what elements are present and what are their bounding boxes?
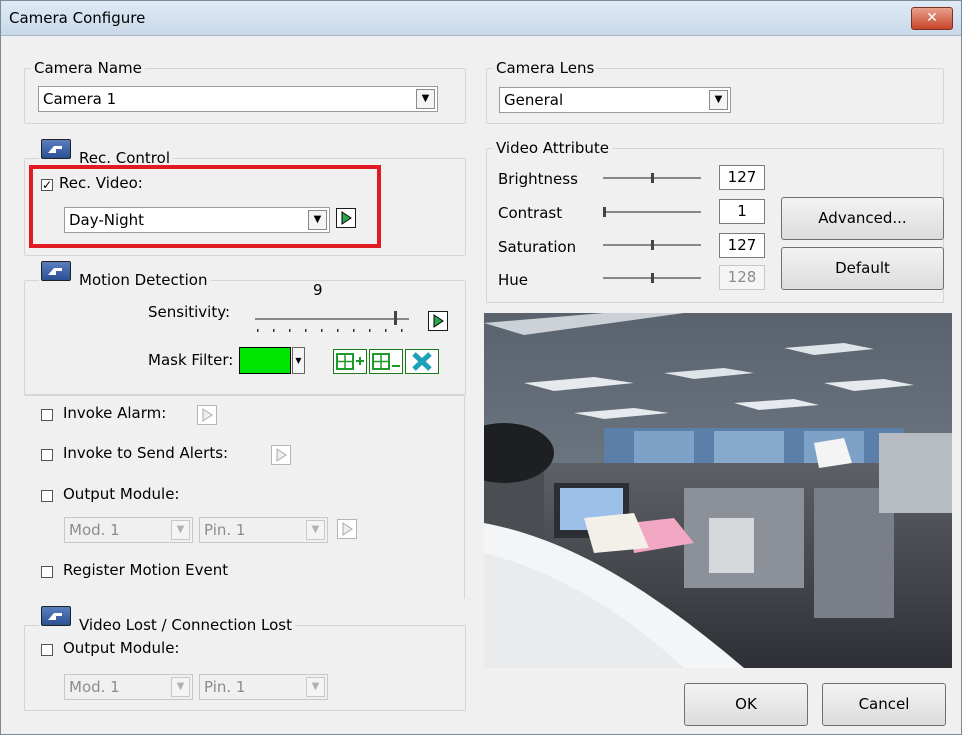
hue-value[interactable]: 128 <box>719 265 765 290</box>
saturation-label: Saturation <box>498 238 577 256</box>
alarm-pin-select[interactable]: Pin. 1 ▼ <box>199 517 328 543</box>
brightness-slider[interactable] <box>603 171 703 185</box>
register-motion-label: Register Motion Event <box>63 561 229 579</box>
chevron-down-icon[interactable]: ▼ <box>416 89 435 109</box>
sensitivity-slider[interactable] <box>255 307 413 335</box>
sensitivity-ticks <box>257 329 403 332</box>
chevron-down-icon[interactable]: ▼ <box>171 677 190 697</box>
sensitivity-value: 9 <box>313 281 323 299</box>
brightness-label: Brightness <box>498 170 578 188</box>
camera-lens-value: General <box>504 91 564 109</box>
camera-name-select[interactable]: Camera 1 ▼ <box>38 86 438 112</box>
sensitivity-thumb[interactable] <box>394 311 397 325</box>
cancel-button[interactable]: Cancel <box>822 683 946 726</box>
invoke-alarm-play-button[interactable] <box>197 405 217 425</box>
chevron-down-icon[interactable]: ▼ <box>709 90 728 110</box>
video-lost-icon <box>41 606 71 626</box>
camera-configure-dialog: Camera Configure ✕ Camera Name Camera 1 … <box>0 0 962 735</box>
default-button[interactable]: Default <box>781 247 944 290</box>
motion-detection-icon <box>41 261 71 281</box>
saturation-slider[interactable] <box>603 238 703 252</box>
video-lost-mod-select[interactable]: Mod. 1 ▼ <box>64 674 193 700</box>
contrast-label: Contrast <box>498 204 563 222</box>
rec-control-icon <box>41 139 71 159</box>
video-lost-pin-select[interactable]: Pin. 1 ▼ <box>199 674 328 700</box>
hue-slider[interactable] <box>603 271 703 285</box>
video-lost-output-checkbox[interactable] <box>41 644 53 656</box>
mask-color-swatch[interactable] <box>239 347 291 374</box>
clear-mask-icon[interactable] <box>405 349 439 374</box>
video-lost-output-label: Output Module: <box>63 639 180 657</box>
saturation-value[interactable]: 127 <box>719 233 765 258</box>
invoke-alerts-play-button[interactable] <box>271 445 291 465</box>
contrast-slider[interactable] <box>603 205 703 219</box>
chevron-down-icon[interactable]: ▼ <box>306 520 325 540</box>
invoke-alerts-label: Invoke to Send Alerts: <box>63 444 229 462</box>
sensitivity-label: Sensitivity: <box>148 303 231 321</box>
output-module-play-button[interactable] <box>337 519 357 539</box>
remove-mask-icon[interactable] <box>369 349 403 374</box>
sensitivity-play-button[interactable] <box>428 311 448 331</box>
alarm-pin-value: Pin. 1 <box>204 521 246 539</box>
mask-color-dropdown[interactable]: ▼ <box>292 347 305 374</box>
title-bar: Camera Configure ✕ <box>1 1 961 36</box>
hue-label: Hue <box>498 271 529 289</box>
invoke-alarm-checkbox[interactable] <box>41 409 53 421</box>
chevron-down-icon[interactable]: ▼ <box>171 520 190 540</box>
ok-button[interactable]: OK <box>684 683 808 726</box>
divider <box>24 394 465 395</box>
divider <box>464 394 465 599</box>
contrast-value[interactable]: 1 <box>719 199 765 224</box>
close-button[interactable]: ✕ <box>911 7 953 30</box>
video-lost-legend: Video Lost / Connection Lost <box>79 616 292 634</box>
brightness-value[interactable]: 127 <box>719 165 765 190</box>
camera-lens-legend: Camera Lens <box>496 59 595 77</box>
chevron-down-icon[interactable]: ▼ <box>306 677 325 697</box>
camera-preview <box>484 313 952 668</box>
invoke-alerts-checkbox[interactable] <box>41 449 53 461</box>
invoke-alarm-label: Invoke Alarm: <box>63 404 167 422</box>
video-lost-pin-value: Pin. 1 <box>204 678 246 696</box>
video-attribute-legend: Video Attribute <box>496 139 610 157</box>
window-title: Camera Configure <box>9 9 146 27</box>
camera-name-legend: Camera Name <box>34 59 142 77</box>
register-motion-checkbox[interactable] <box>41 566 53 578</box>
camera-lens-select[interactable]: General ▼ <box>499 87 731 113</box>
output-module-label: Output Module: <box>63 485 180 503</box>
mask-filter-label: Mask Filter: <box>148 351 234 369</box>
alarm-mod-value: Mod. 1 <box>69 521 120 539</box>
add-mask-icon[interactable] <box>333 349 367 374</box>
output-module-checkbox[interactable] <box>41 490 53 502</box>
camera-name-value: Camera 1 <box>43 90 117 108</box>
advanced-button[interactable]: Advanced... <box>781 197 944 240</box>
highlight-box <box>29 165 381 248</box>
video-lost-mod-value: Mod. 1 <box>69 678 120 696</box>
alarm-mod-select[interactable]: Mod. 1 ▼ <box>64 517 193 543</box>
